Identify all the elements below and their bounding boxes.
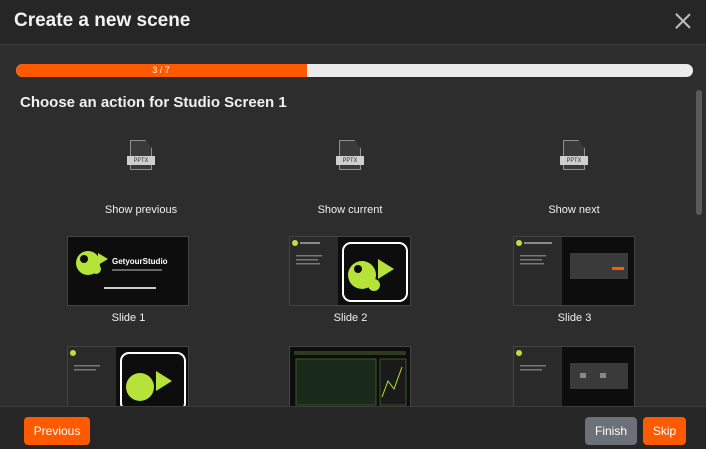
dialog-title: Create a new scene (14, 10, 191, 31)
skip-button[interactable]: Skip (643, 417, 686, 445)
action-label: Show previous (104, 204, 178, 216)
dialog-titlebar: Create a new scene (0, 0, 706, 45)
dialog-footer: Previous Finish Skip (0, 406, 706, 449)
slide-5-thumbnail[interactable] (289, 346, 411, 408)
slide-label: Slide 2 (333, 312, 368, 324)
progress-text: 3 / 7 (152, 65, 170, 75)
scrollbar[interactable] (696, 90, 702, 215)
slide-thumbnail: GetyourStudio (67, 236, 189, 306)
action-label: Show next (548, 204, 600, 216)
action-show-current[interactable]: PPTX Show current (250, 136, 450, 221)
pptx-icon: PPTX (560, 140, 588, 176)
slide-2[interactable]: Slide 2 (289, 236, 412, 331)
action-show-previous[interactable]: PPTX Show previous (41, 136, 241, 221)
action-show-next[interactable]: PPTX Show next (474, 136, 674, 221)
action-label: Show current (317, 204, 383, 216)
slide-3[interactable]: Slide 3 (513, 236, 636, 331)
progress-bar: 3 / 7 (16, 64, 693, 77)
slide-4-thumbnail[interactable] (67, 346, 189, 408)
pptx-icon: PPTX (336, 140, 364, 176)
slide-thumbnail (513, 236, 635, 306)
section-heading: Choose an action for Studio Screen 1 (20, 94, 287, 111)
previous-button[interactable]: Previous (24, 417, 90, 445)
slide-6-thumbnail[interactable] (513, 346, 635, 408)
create-scene-dialog: Create a new scene 3 / 7 Choose an actio… (0, 0, 706, 449)
slide-label: Slide 3 (557, 312, 592, 324)
slide-label: Slide 1 (111, 312, 146, 324)
pptx-icon: PPTX (127, 140, 155, 176)
slide-1[interactable]: GetyourStudio Slide 1 (67, 236, 190, 331)
finish-button[interactable]: Finish (585, 417, 637, 445)
close-icon[interactable] (670, 8, 696, 34)
slide-logo-text: GetyourStudio (112, 257, 168, 266)
slide-thumbnail (289, 236, 411, 306)
